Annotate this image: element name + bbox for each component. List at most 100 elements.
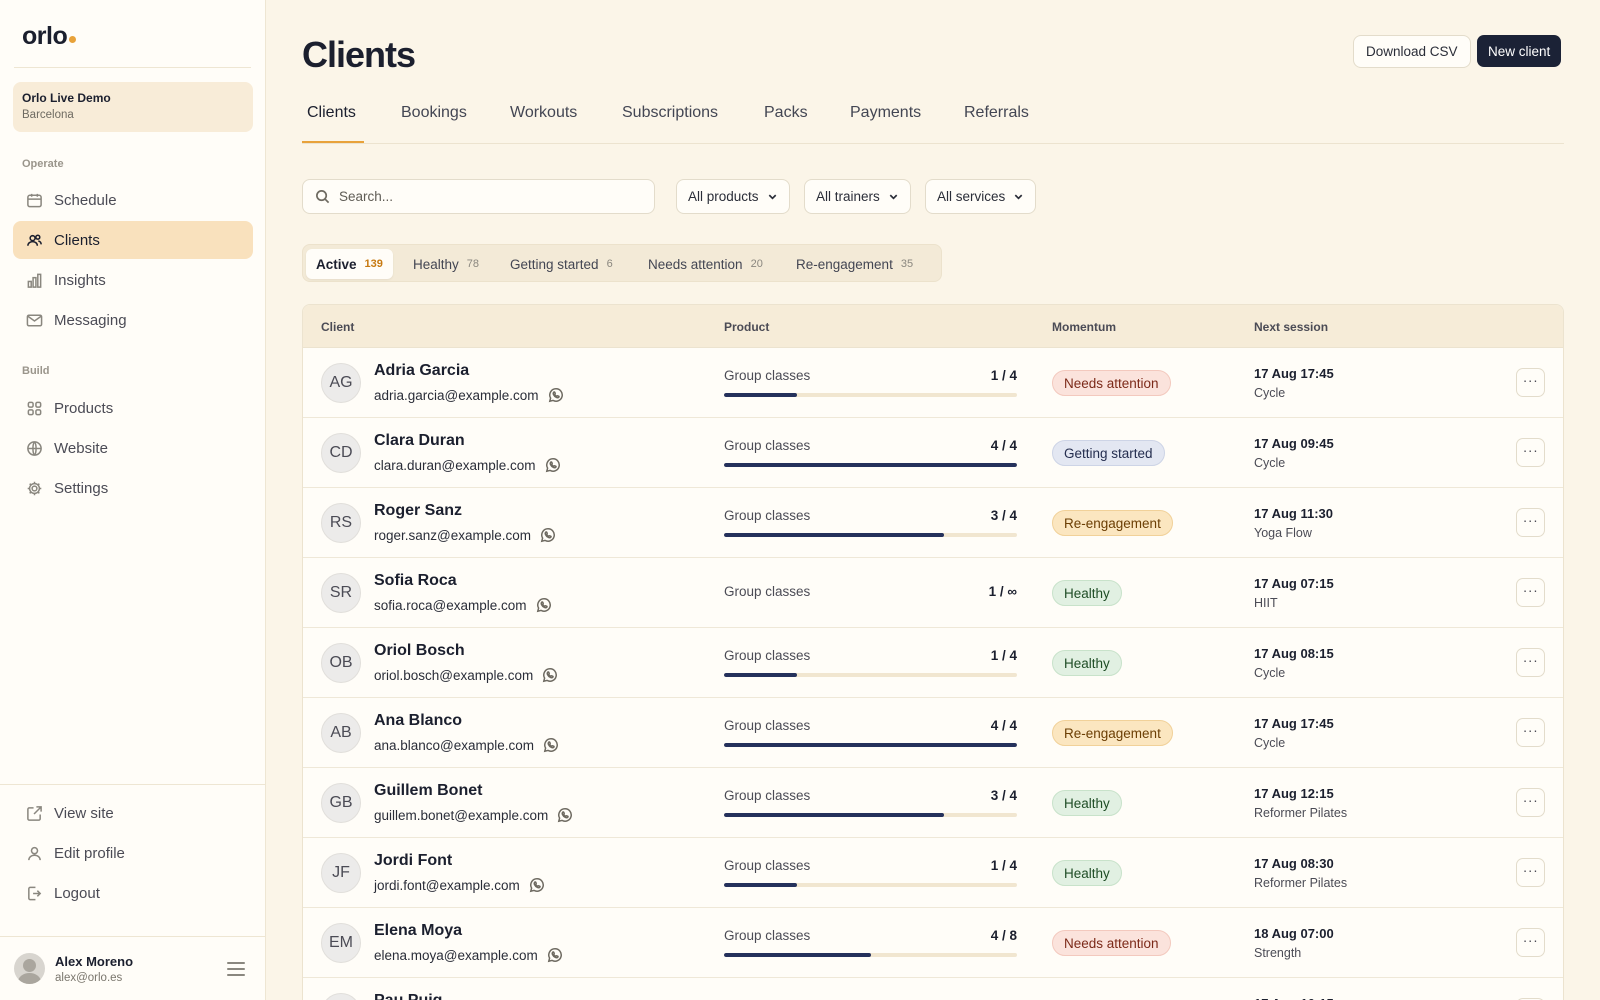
brand-name: orlo (22, 22, 68, 50)
next-session-date: 17 Aug 17:45 (1254, 716, 1334, 731)
row-actions-button[interactable]: ··· (1516, 648, 1545, 677)
sidebar-item-insights[interactable]: Insights (13, 261, 253, 299)
whatsapp-icon[interactable] (547, 947, 563, 963)
table-row[interactable]: SR Sofia Roca sofia.roca@example.com Group … (303, 558, 1563, 628)
product-name: Group classes (724, 508, 811, 523)
whatsapp-icon[interactable] (536, 597, 552, 613)
client-name[interactable]: Roger Sanz (374, 502, 462, 520)
segment-getting-started[interactable]: Getting started 6 (500, 249, 623, 279)
client-name[interactable]: Oriol Bosch (374, 642, 465, 660)
segment-re-engagement[interactable]: Re-engagement 35 (786, 249, 923, 279)
sessions-ratio: 1 / 4 (990, 858, 1017, 873)
sidebar-item-schedule[interactable]: Schedule (13, 181, 253, 219)
column-header-client[interactable]: Client (321, 320, 354, 334)
sidebar-item-view-site[interactable]: View site (13, 794, 253, 832)
user-profile[interactable]: Alex Moreno alex@orlo.es (0, 937, 266, 1000)
row-actions-button[interactable]: ··· (1516, 578, 1545, 607)
tab-bookings[interactable]: Bookings (401, 104, 467, 122)
tab-subscriptions[interactable]: Subscriptions (622, 104, 718, 122)
client-name[interactable]: Elena Moya (374, 922, 462, 940)
row-actions-button[interactable]: ··· (1516, 508, 1545, 537)
client-name[interactable]: Adria Garcia (374, 362, 469, 380)
momentum-badge: Healthy (1052, 860, 1122, 886)
momentum-badge: Healthy (1052, 790, 1122, 816)
row-actions-button[interactable]: ··· (1516, 718, 1545, 747)
row-actions-button[interactable]: ··· (1516, 368, 1545, 397)
sessions-ratio: 3 / 4 (990, 508, 1017, 523)
user-email: alex@orlo.es (55, 972, 123, 984)
client-email: ana.blanco@example.com (374, 737, 535, 753)
sidebar-item-messaging[interactable]: Messaging (13, 301, 253, 339)
whatsapp-icon[interactable] (540, 527, 556, 543)
sidebar-item-clients[interactable]: Clients (13, 221, 253, 259)
client-name[interactable]: Ana Blanco (374, 712, 462, 730)
table-row[interactable]: PPPau Puig17 Aug 10:15··· (303, 978, 1563, 1000)
whatsapp-icon[interactable] (529, 877, 545, 893)
workspace-switcher[interactable]: Orlo Live Demo Barcelona (13, 82, 253, 132)
segment-active[interactable]: Active 139 (306, 249, 393, 279)
sidebar-item-settings[interactable]: Settings (13, 469, 253, 507)
row-actions-button[interactable]: ··· (1516, 788, 1545, 817)
whatsapp-icon[interactable] (543, 737, 559, 753)
sidebar-item-logout[interactable]: Logout (13, 874, 253, 912)
sidebar-item-edit-profile[interactable]: Edit profile (13, 834, 253, 872)
trainers-filter-select[interactable]: All trainers (804, 179, 911, 214)
table-row[interactable]: OB Oriol Bosch oriol.bosch@example.com Grou… (303, 628, 1563, 698)
sidebar-item-products[interactable]: Products (13, 389, 253, 427)
client-email: oriol.bosch@example.com (374, 667, 534, 683)
whatsapp-icon[interactable] (548, 387, 564, 403)
table-row[interactable]: AB Ana Blanco ana.blanco@example.com Group … (303, 698, 1563, 768)
table-row[interactable]: JF Jordi Font jordi.font@example.com Group … (303, 838, 1563, 908)
grid-icon (25, 399, 43, 417)
table-row[interactable]: EM Elena Moya elena.moya@example.com Group … (303, 908, 1563, 978)
tab-workouts[interactable]: Workouts (510, 104, 577, 122)
sessions-progress-bar (724, 743, 1017, 747)
tab-packs[interactable]: Packs (764, 104, 808, 122)
whatsapp-icon[interactable] (557, 807, 573, 823)
column-header-product[interactable]: Product (724, 320, 769, 334)
tab-clients[interactable]: Clients (307, 104, 356, 122)
row-actions-button[interactable]: ··· (1516, 438, 1545, 467)
table-header: Client Product Momentum Next session (303, 305, 1563, 348)
column-header-momentum[interactable]: Momentum (1052, 320, 1116, 334)
client-name[interactable]: Pau Puig (374, 992, 442, 1000)
tab-payments[interactable]: Payments (850, 104, 921, 122)
sidebar-item-website[interactable]: Website (13, 429, 253, 467)
table-row[interactable]: AG Adria Garcia adria.garcia@example.com Gr… (303, 348, 1563, 418)
column-header-next-session[interactable]: Next session (1254, 320, 1328, 334)
whatsapp-icon[interactable] (542, 667, 558, 683)
tab-referrals[interactable]: Referrals (964, 104, 1029, 122)
client-email-row: jordi.font@example.com (374, 877, 545, 893)
table-row[interactable]: CD Clara Duran clara.duran@example.com Grou… (303, 418, 1563, 488)
search-box[interactable] (302, 179, 655, 214)
search-input[interactable] (339, 189, 639, 204)
next-session-class: Cycle (1254, 386, 1286, 400)
client-email-row: clara.duran@example.com (374, 457, 561, 473)
client-name[interactable]: Sofia Roca (374, 572, 457, 590)
sidebar-item-label: View site (54, 804, 114, 822)
table-row[interactable]: RS Roger Sanz roger.sanz@example.com Group … (303, 488, 1563, 558)
client-name[interactable]: Clara Duran (374, 432, 465, 450)
hamburger-menu-icon[interactable] (226, 961, 246, 977)
client-name[interactable]: Guillem Bonet (374, 782, 482, 800)
segment-healthy[interactable]: Healthy 78 (403, 249, 489, 279)
services-filter-select[interactable]: All services (925, 179, 1037, 214)
next-session-class: Strength (1254, 946, 1302, 960)
search-icon (316, 190, 330, 204)
brand-logo[interactable]: orlo (22, 22, 77, 51)
row-actions-button[interactable]: ··· (1516, 858, 1545, 887)
products-filter-select[interactable]: All products (676, 179, 790, 214)
whatsapp-icon[interactable] (545, 457, 561, 473)
segment-needs-attention[interactable]: Needs attention 20 (638, 249, 773, 279)
sidebar: orlo Orlo Live Demo Barcelona Operate Sc… (0, 0, 266, 1000)
client-email: roger.sanz@example.com (374, 527, 532, 543)
download-csv-button[interactable]: Download CSV (1353, 35, 1471, 68)
row-actions-button[interactable]: ··· (1516, 928, 1545, 957)
services-filter-value: All services (937, 189, 1006, 204)
table-row[interactable]: GB Guillem Bonet guillem.bonet@example.com… (303, 768, 1563, 838)
sessions-ratio: 1 / ∞ (988, 584, 1017, 599)
sessions-progress-bar (724, 953, 1017, 957)
client-avatar: JF (321, 853, 361, 893)
new-client-button[interactable]: New client (1477, 35, 1562, 67)
client-name[interactable]: Jordi Font (374, 852, 452, 870)
